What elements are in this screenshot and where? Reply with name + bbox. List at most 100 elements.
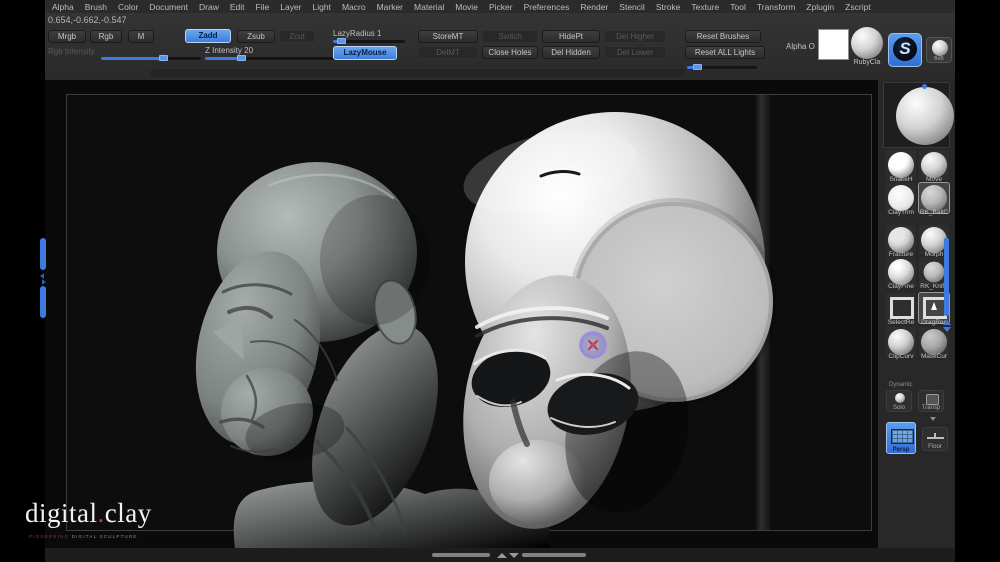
floor-toggle[interactable]: Floor xyxy=(922,427,948,451)
zadd-button[interactable]: Zadd xyxy=(185,29,231,43)
left-tray-divider[interactable] xyxy=(40,238,47,318)
menu-item-preferences[interactable]: Preferences xyxy=(524,2,570,12)
tray-divider-right-handle[interactable] xyxy=(522,553,586,557)
lazy-radius-label: LazyRadius 1 xyxy=(333,29,382,38)
toggle-expand-icon[interactable] xyxy=(930,417,936,421)
menu-item-brush[interactable]: Brush xyxy=(85,2,107,12)
watermark-title: digital.clay xyxy=(25,498,152,528)
sculpt-canvas[interactable] xyxy=(45,80,878,548)
brush-s-glyph: S xyxy=(893,37,917,61)
material-name-label: RubyCla xyxy=(853,59,881,66)
del-mt-button[interactable]: DelMT xyxy=(418,46,478,59)
mrgb-button[interactable]: Mrgb xyxy=(48,30,86,43)
brush-label: ClipCurv xyxy=(888,353,914,360)
menu-item-stencil[interactable]: Stencil xyxy=(619,2,645,12)
zcut-button[interactable]: Zcut xyxy=(279,30,315,43)
lazy-radius-slider[interactable] xyxy=(333,38,405,44)
left-tray-divider-bottom xyxy=(40,286,46,318)
menu-item-tool[interactable]: Tool xyxy=(730,2,746,12)
menu-item-picker[interactable]: Picker xyxy=(489,2,513,12)
mini-slider[interactable] xyxy=(687,64,757,70)
lazy-mouse-button[interactable]: LazyMouse xyxy=(333,46,397,60)
close-holes-button[interactable]: Close Holes xyxy=(482,46,538,59)
brush-cursor xyxy=(579,331,607,359)
sculpt-viewport-render xyxy=(195,112,777,548)
menu-item-light[interactable]: Light xyxy=(313,2,331,12)
menu-item-draw[interactable]: Draw xyxy=(199,2,219,12)
menu-item-layer[interactable]: Layer xyxy=(280,2,301,12)
left-tray-divider-top xyxy=(40,238,46,270)
zbrush-window: Alpha Brush Color Document Draw Edit Fil… xyxy=(0,0,1000,562)
solo-toggle[interactable]: Solo xyxy=(886,390,912,412)
rgb-intensity-slider[interactable] xyxy=(101,55,201,61)
store-mt-button[interactable]: StoreMT xyxy=(418,30,478,43)
hide-pt-button[interactable]: HidePt xyxy=(542,30,600,43)
solo-label: Solo xyxy=(892,405,905,411)
floor-line-icon xyxy=(927,433,944,439)
menu-item-macro[interactable]: Macro xyxy=(342,2,366,12)
brush-label: SnakeH xyxy=(889,176,913,183)
rgb-intensity-label: Rgb Intensity xyxy=(48,47,95,56)
solo-sphere-icon xyxy=(895,393,905,403)
secondary-brush-icon[interactable]: BriB xyxy=(926,37,952,63)
transp-toggle[interactable]: Transp xyxy=(918,390,944,412)
menu-item-alpha[interactable]: Alpha xyxy=(52,2,74,12)
menu-item-transform[interactable]: Transform xyxy=(757,2,795,12)
z-intensity-slider[interactable] xyxy=(205,55,335,61)
menu-item-zscript[interactable]: Zscript xyxy=(845,2,871,12)
tray-arrow-right-icon xyxy=(42,279,46,285)
menu-item-texture[interactable]: Texture xyxy=(691,2,719,12)
brush-label: MaskCur xyxy=(920,353,947,360)
menu-item-render[interactable]: Render xyxy=(580,2,608,12)
menu-item-material[interactable]: Material xyxy=(414,2,444,12)
del-hidden-button[interactable]: Del Hidden xyxy=(542,46,600,59)
alpha-swatch[interactable] xyxy=(818,29,849,60)
del-lower-button[interactable]: Del Lower xyxy=(604,46,666,59)
zsub-button[interactable]: Zsub xyxy=(237,30,275,43)
cursor-coordinates: 0.654,-0.662,-0.547 xyxy=(48,15,127,25)
menu-item-color[interactable]: Color xyxy=(118,2,138,12)
tray-open-up-icon[interactable] xyxy=(497,553,507,558)
brush-label: ClayFine xyxy=(888,283,914,290)
menu-item-zplugin[interactable]: Zplugin xyxy=(806,2,834,12)
scroll-down-icon[interactable] xyxy=(943,327,951,332)
menu-item-marker[interactable]: Marker xyxy=(377,2,403,12)
rgb-button[interactable]: Rgb xyxy=(90,30,122,43)
del-higher-button[interactable]: Del Higher xyxy=(604,30,666,43)
menu-item-edit[interactable]: Edit xyxy=(230,2,245,12)
watermark: digital.clay PIONEERING DIGITAL SCULPTUR… xyxy=(25,498,152,539)
tray-divider-left-handle[interactable] xyxy=(432,553,490,557)
material-sphere-icon[interactable] xyxy=(851,27,883,59)
switch-button[interactable]: Switch xyxy=(482,30,538,43)
right-shelf: SnakeH Move ClayTrim RK_BallC Fracture M… xyxy=(878,80,955,548)
shelf-divider-strip xyxy=(150,69,685,77)
reset-brushes-button[interactable]: Reset Brushes xyxy=(685,30,761,43)
cursor-arrow-icon xyxy=(931,302,937,310)
secondary-brush-label: BriB xyxy=(934,56,944,62)
watermark-tagline: PIONEERING DIGITAL SCULPTURE xyxy=(29,534,138,539)
material-preview-sphere[interactable] xyxy=(896,87,954,145)
transp-label: Transp xyxy=(921,405,941,411)
tray-close-down-icon[interactable] xyxy=(509,553,519,558)
reset-all-lights-button[interactable]: Reset ALL Lights xyxy=(685,46,765,59)
bottom-tray-bar xyxy=(45,548,955,562)
current-brush-icon[interactable]: S xyxy=(888,33,922,67)
right-head-sculpt xyxy=(463,112,777,529)
material-preview-box xyxy=(883,82,954,148)
persp-label: Persp xyxy=(892,447,910,453)
persp-toggle-active[interactable]: Persp xyxy=(886,422,916,454)
menu-item-stroke[interactable]: Stroke xyxy=(656,2,681,12)
menu-item-file[interactable]: File xyxy=(256,2,270,12)
scroll-up-icon[interactable] xyxy=(943,320,951,325)
floor-label: Floor xyxy=(928,444,942,450)
menu-item-document[interactable]: Document xyxy=(149,2,188,12)
menu-item-movie[interactable]: Movie xyxy=(455,2,478,12)
m-button[interactable]: M xyxy=(128,30,154,43)
brush-label: RK_BallC xyxy=(919,209,949,216)
z-intensity-label: Z Intensity 20 xyxy=(205,46,254,55)
secondary-brush-ball-icon xyxy=(932,40,948,56)
brush-label: SelectRe xyxy=(887,319,915,326)
persp-grid-icon xyxy=(891,429,914,444)
brush-list-scrollbar[interactable] xyxy=(944,238,949,316)
dynamic-label: Dynamic xyxy=(889,382,913,388)
